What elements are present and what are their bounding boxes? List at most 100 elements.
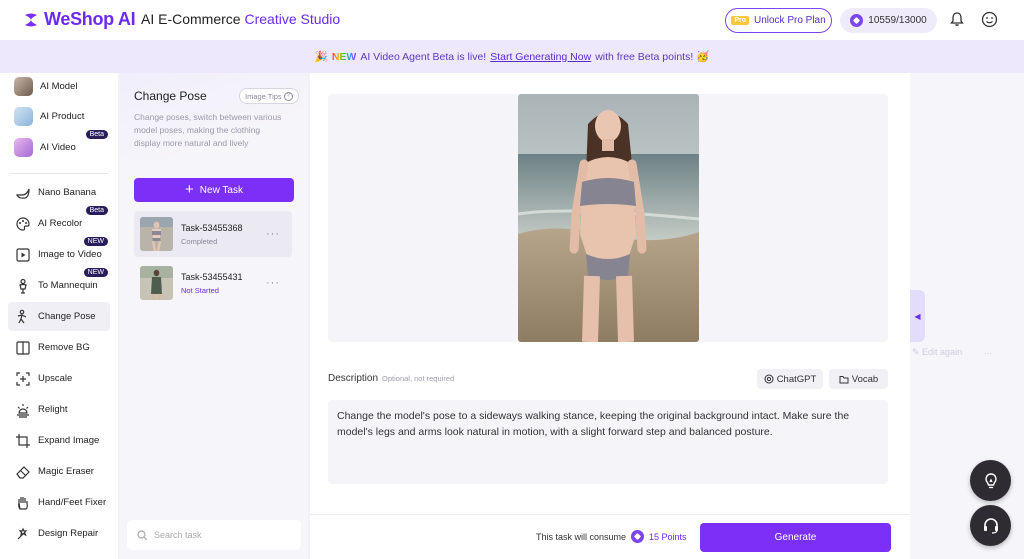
sidebar-item-label: Hand/Feet Fixer [38, 497, 107, 508]
sidebar-item-nano-banana[interactable]: Nano Banana [8, 178, 110, 207]
new-task-button[interactable]: + New Task [134, 178, 294, 202]
expand-icon [14, 432, 31, 449]
sidebar-item-magic-eraser[interactable]: Magic Eraser [8, 457, 110, 486]
logo[interactable]: WeShop AI [22, 9, 136, 30]
sidebar-item-remove-bg[interactable]: Remove BG [8, 333, 110, 362]
banner-text-after: with free Beta points! 🥳 [595, 51, 710, 63]
task-status: Completed [181, 236, 218, 246]
model-photo[interactable] [518, 94, 699, 342]
ai-video-thumb [14, 138, 33, 157]
relight-icon [14, 401, 31, 418]
eraser-icon [14, 463, 31, 480]
task-name: Task-53455368 [181, 222, 243, 233]
task-status: Not Started [181, 285, 219, 295]
sidebar-divider [10, 173, 108, 174]
sidebar-item-label: Remove BG [38, 342, 90, 353]
sidebar-item-label: Design Repair [38, 528, 99, 539]
unlock-pro-button[interactable]: Pro Unlock Pro Plan [725, 8, 832, 33]
new-task-label: New Task [199, 184, 243, 196]
new-label: NEW [331, 50, 357, 63]
vocab-button[interactable]: Vocab [829, 369, 888, 389]
support-chat-button[interactable] [970, 505, 1011, 546]
edit-again-button[interactable]: ✎ Edit again [912, 347, 962, 358]
sidebar: AI Model AI Product AI Video Beta Nano B… [0, 73, 118, 559]
sidebar-item-expand-image[interactable]: Expand Image [8, 426, 110, 455]
more-options-icon[interactable]: ... [984, 346, 992, 356]
hand-icon [14, 494, 31, 511]
vocab-label: Vocab [851, 373, 879, 385]
points-coin-icon [631, 530, 645, 543]
new-badge: NEW [83, 268, 108, 277]
sidebar-item-change-pose[interactable]: Change Pose [8, 302, 110, 331]
sidebar-item-relight[interactable]: Relight [8, 395, 110, 424]
sidebar-item-label: AI Model [40, 81, 78, 92]
collapse-panel-toggle[interactable]: ◀ [910, 290, 925, 342]
sidebar-item-label: Image to Video [38, 249, 102, 260]
sidebar-item-upscale[interactable]: Upscale [8, 364, 110, 393]
sidebar-item-label: Magic Eraser [38, 466, 94, 477]
image-preview-area [328, 94, 888, 342]
start-generating-link[interactable]: Start Generating Now [490, 51, 591, 63]
user-face-icon[interactable] [981, 11, 998, 28]
edit-icon: ✎ [912, 347, 923, 357]
banana-icon [14, 184, 31, 201]
sidebar-item-ai-model[interactable]: AI Model [8, 73, 110, 101]
task-item[interactable]: Task-53455368 Completed ··· [134, 211, 292, 257]
banner-text: AI Video Agent Beta is live! [360, 50, 487, 63]
sidebar-item-label: Expand Image [38, 435, 100, 446]
main-workspace: Description Optional, not required ChatGP… [310, 73, 910, 559]
sidebar-item-hand-feet-fixer[interactable]: Hand/Feet Fixer [8, 488, 110, 517]
task-thumbnail [140, 266, 173, 300]
logo-text: WeShop AI [44, 9, 136, 29]
more-options-icon[interactable]: ··· [266, 228, 280, 240]
beta-badge: Beta [85, 130, 108, 139]
app-title-prefix: AI E-Commerce [141, 11, 245, 27]
sidebar-item-ai-product[interactable]: AI Product [8, 102, 110, 131]
pro-badge: Pro [731, 16, 749, 25]
task-name: Task-53455431 [181, 271, 243, 282]
search-task-field[interactable]: Search task [127, 520, 301, 550]
generate-button[interactable]: Generate [700, 523, 891, 552]
app-title-accent: Creative Studio [244, 11, 341, 27]
repair-icon [14, 525, 31, 542]
sidebar-item-label: AI Recolor [38, 218, 83, 229]
sidebar-item-ai-recolor[interactable]: AI Recolor Beta [8, 206, 110, 238]
consume-text: This task will consume [536, 531, 627, 542]
help-icon: ? [283, 91, 293, 101]
lightbulb-icon [984, 472, 997, 488]
bell-icon[interactable] [949, 11, 965, 27]
ai-model-thumb [14, 77, 33, 96]
more-options-icon[interactable]: ··· [266, 277, 280, 289]
task-panel: Change Pose Image Tips ? Change poses, s… [120, 73, 308, 559]
palette-icon [14, 215, 31, 232]
feature-description: Change poses, switch between various mod… [134, 112, 282, 148]
points-value: 10559/13000 [868, 15, 927, 26]
description-label: Description Optional, not required [328, 373, 454, 384]
sidebar-item-label: To Mannequin [38, 280, 98, 291]
consume-info: This task will consume 15 Points [536, 530, 687, 543]
points-cost: 15 Points [649, 531, 687, 542]
image-tips-button[interactable]: Image Tips ? [239, 88, 299, 104]
points-balance[interactable]: 10559/13000 [840, 8, 937, 33]
sidebar-item-ai-video[interactable]: AI Video Beta [8, 130, 110, 162]
ai-product-thumb [14, 107, 33, 126]
tips-lightbulb-button[interactable] [970, 460, 1011, 501]
caret-left-icon: ◀ [914, 311, 921, 321]
mannequin-icon [14, 277, 31, 294]
headset-icon [983, 517, 998, 534]
new-badge: NEW [83, 237, 108, 246]
beta-badge: Beta [85, 206, 108, 215]
description-textarea[interactable]: Change the model's pose to a sideways wa… [328, 400, 888, 484]
search-icon [137, 529, 148, 540]
chatgpt-button[interactable]: ChatGPT [757, 369, 823, 389]
announcement-banner: 🎉 NEW AI Video Agent Beta is live! Start… [0, 40, 1024, 73]
task-item[interactable]: Task-53455431 Not Started ··· [134, 260, 292, 306]
sidebar-item-image-to-video[interactable]: Image to Video NEW [8, 237, 110, 269]
sidebar-item-design-repair[interactable]: Design Repair [8, 519, 110, 548]
generate-bar: This task will consume 15 Points Generat… [310, 514, 910, 559]
page-title: Change Pose [134, 89, 207, 103]
sidebar-item-to-mannequin[interactable]: To Mannequin NEW [8, 268, 110, 300]
description-title: Description [328, 373, 379, 384]
chatgpt-label: ChatGPT [776, 373, 817, 385]
weshop-logo-icon [25, 13, 37, 26]
